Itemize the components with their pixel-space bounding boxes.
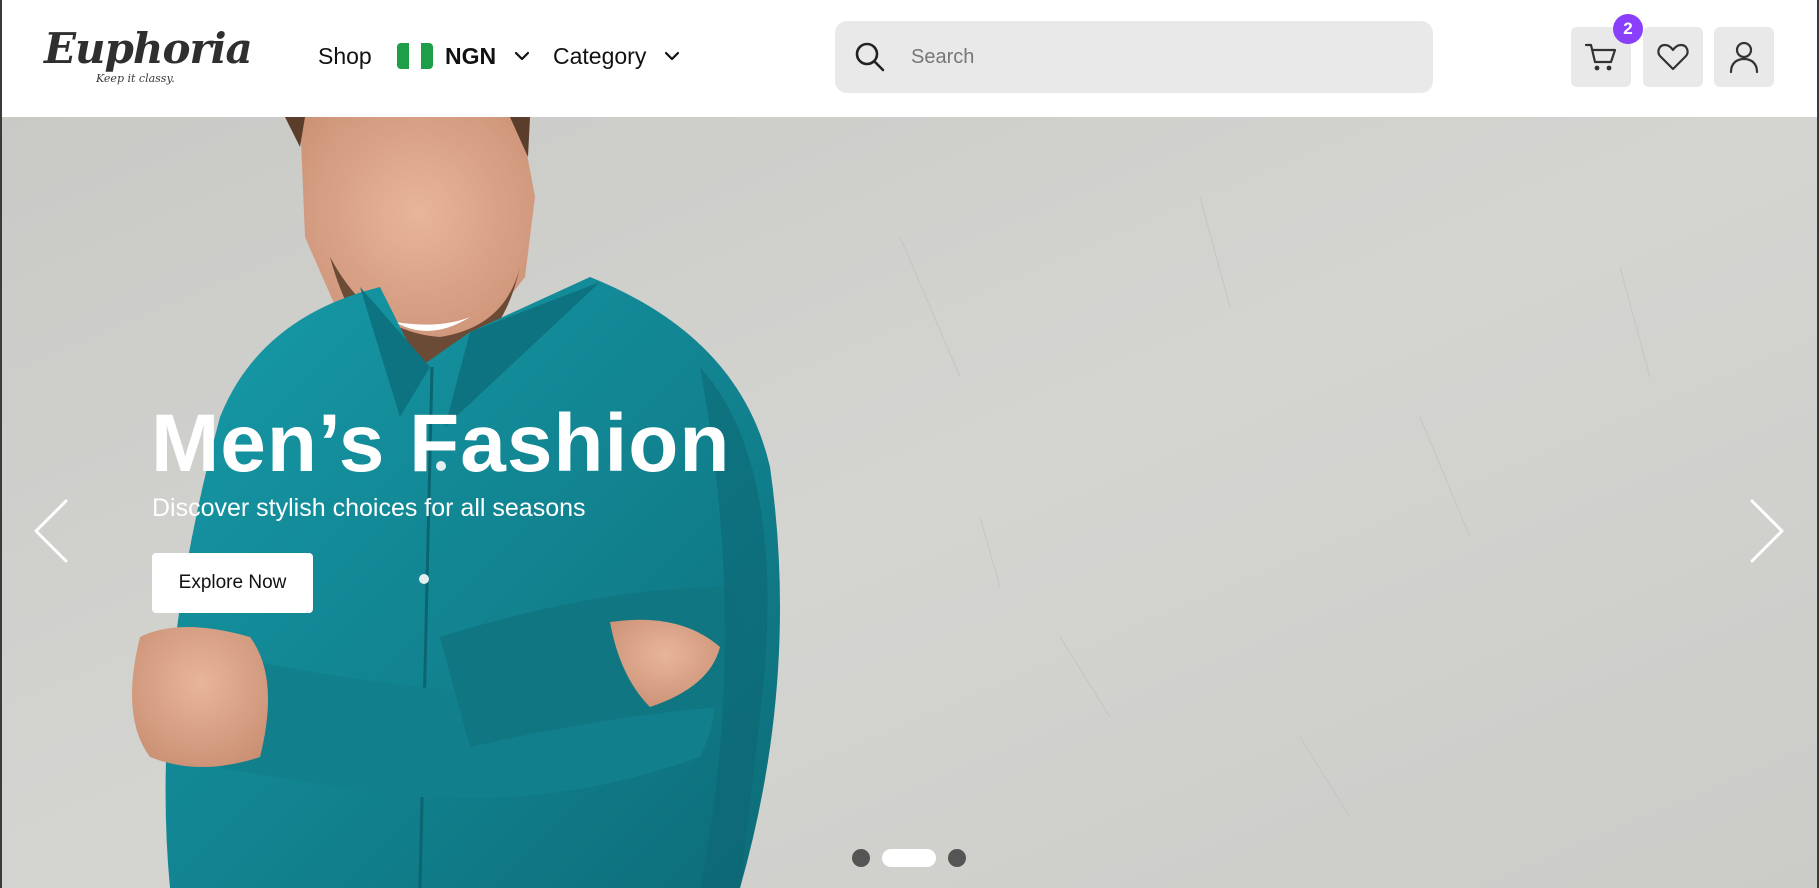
window-border-left [0, 0, 2, 888]
category-dropdown[interactable]: Category [553, 42, 682, 70]
chevron-down-icon [515, 51, 530, 61]
brand-logo[interactable]: Euphoria Keep it classy. [44, 28, 253, 90]
chevron-down-icon [665, 51, 680, 61]
nav-shop-label: Shop [318, 42, 372, 69]
hero-subtitle: Discover stylish choices for all seasons [152, 494, 586, 522]
user-icon [1729, 41, 1759, 74]
search-input[interactable] [909, 44, 1413, 70]
search-bar[interactable] [835, 21, 1433, 93]
hero-carousel: Men’s Fashion Discover stylish choices f… [0, 117, 1819, 888]
currency-selector[interactable]: NGN [397, 42, 532, 70]
chevron-right-icon[interactable] [1748, 497, 1788, 565]
wishlist-button[interactable] [1643, 27, 1703, 87]
heart-icon [1657, 43, 1689, 71]
cart-icon [1584, 43, 1617, 71]
hero-title: Men’s Fashion [151, 398, 731, 489]
currency-label: NGN [445, 42, 497, 69]
nigeria-flag-icon [397, 43, 433, 69]
category-label: Category [553, 42, 647, 69]
explore-now-button[interactable]: Explore Now [152, 553, 313, 613]
brand-name: Euphoria [44, 24, 253, 73]
site-header: Euphoria Keep it classy. Shop NGN Catego… [0, 0, 1819, 117]
chevron-left-icon[interactable] [30, 497, 70, 565]
brand-tagline: Keep it classy. [96, 72, 175, 85]
account-button[interactable] [1714, 27, 1774, 87]
carousel-indicators [852, 848, 966, 868]
app-window: Euphoria Keep it classy. Shop NGN Catego… [0, 0, 1819, 888]
search-icon[interactable] [853, 40, 887, 74]
cart-count-badge: 2 [1613, 14, 1643, 44]
nav-shop-link[interactable]: Shop [318, 42, 372, 70]
carousel-dot-2-active[interactable] [882, 849, 936, 867]
carousel-dot-3[interactable] [948, 849, 966, 867]
carousel-dot-1[interactable] [852, 849, 870, 867]
